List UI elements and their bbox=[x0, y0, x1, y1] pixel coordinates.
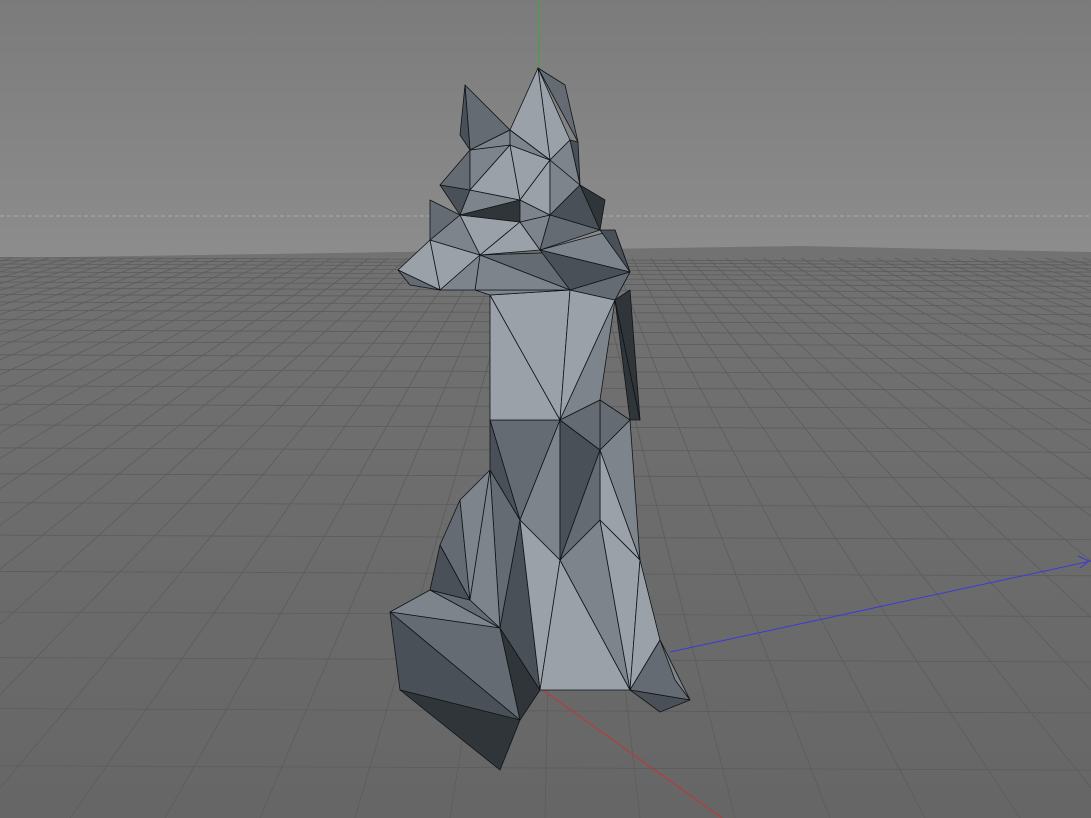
3d-viewport[interactable] bbox=[0, 0, 1091, 818]
viewport-canvas[interactable] bbox=[0, 0, 1091, 818]
